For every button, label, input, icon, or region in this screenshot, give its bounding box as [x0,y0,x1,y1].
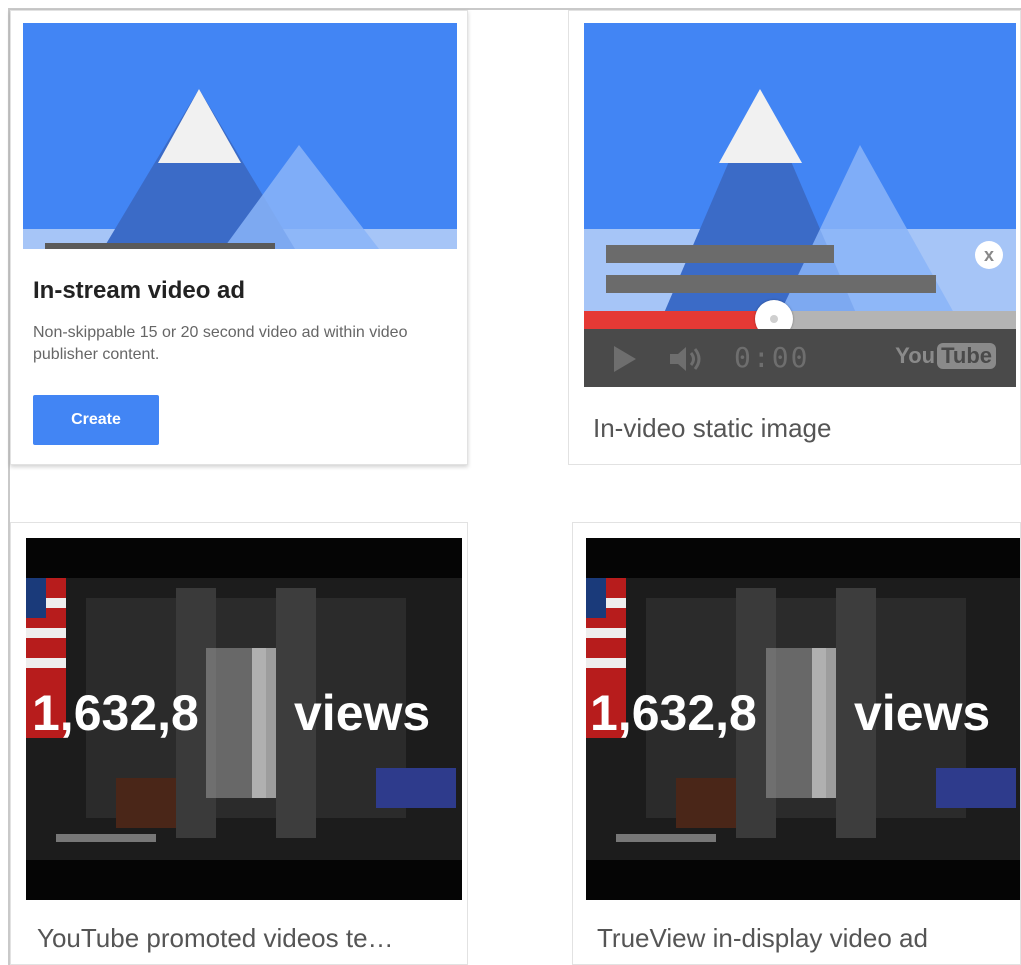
youtube-logo-you: You [895,343,936,368]
video-player-bar[interactable]: 0:00 You Tube [584,300,1016,387]
play-icon[interactable] [614,346,636,372]
mountain-illustration [23,23,457,249]
card-caption: YouTube promoted videos te… [37,923,394,953]
view-counter: 1,632,8 [32,685,199,741]
card-in-stream-video-ad[interactable]: In-stream video ad Non-skippable 15 or 2… [10,10,468,465]
view-counter-suffix: views [294,685,431,741]
create-button[interactable]: Create [33,395,159,445]
close-icon[interactable]: x [975,241,1003,269]
card-caption: TrueView in-display video ad [597,923,928,953]
card-youtube-promoted-videos[interactable]: 1,632,8 views YouTube promoted videos te… [10,522,468,965]
player-controls: 0:00 You Tube [584,329,1016,387]
view-counter-suffix: views [854,685,991,741]
volume-icon[interactable] [668,345,704,373]
card-in-video-static-image[interactable]: x 0:00 You Tube In-video static image [568,10,1021,465]
card-description: Non-skippable 15 or 20 second video ad w… [33,324,408,363]
card-trueview-in-display[interactable]: 1,632,8 views TrueView in-display video … [572,522,1021,965]
youtube-logo[interactable]: You Tube [895,343,996,369]
youtube-logo-tube: Tube [937,343,996,369]
mountain-illustration [584,23,1016,313]
view-counter: 1,632,8 [590,685,757,741]
card-title: In-stream video ad [33,277,246,304]
video-thumbnail[interactable]: 1,632,8 views [26,538,462,900]
video-thumbnail[interactable]: 1,632,8 views [586,538,1020,900]
time-display: 0:00 [734,341,810,374]
card-caption: In-video static image [593,413,832,443]
progress-fill [584,311,774,329]
